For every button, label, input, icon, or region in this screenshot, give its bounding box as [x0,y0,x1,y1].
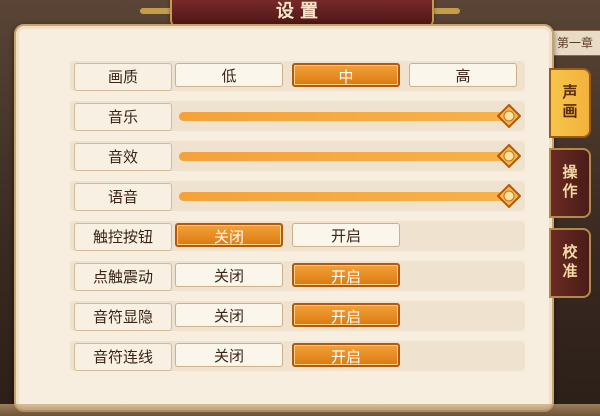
setting-row: 音符连线 关闭 开启 [70,341,525,371]
option-button[interactable]: 开启 [292,263,400,287]
setting-row: 音效 [70,141,525,171]
setting-row: 画质低中高 [70,61,525,91]
setting-label: 触控按钮 [74,223,172,251]
setting-row: 点触震动 关闭 开启 [70,261,525,291]
setting-row: 音乐 [70,101,525,131]
slider-fill [179,152,509,161]
slider-track[interactable] [179,104,521,128]
option-button[interactable]: 关闭 [175,223,283,247]
option-button[interactable]: 高 [409,63,517,87]
chapter-label-strip: 第一章 [548,30,600,56]
option-button[interactable]: 中 [292,63,400,87]
setting-row: 音符显隐 关闭 开启 [70,301,525,331]
bottom-ornament [0,404,600,416]
tab-sound-visual[interactable]: 声画 [549,68,591,138]
settings-panel: 画质低中高音乐 音效 语音 触控按钮 关闭 开启 点触震动 关闭 开启 音符显隐 关闭 开启 音符连线关… [14,24,554,412]
setting-label: 音效 [74,143,172,171]
tab-calibration[interactable]: 校准 [549,228,591,298]
slider-fill [179,192,509,201]
option-button[interactable]: 低 [175,63,283,87]
setting-row: 触控按钮 关闭 开启 [70,221,525,251]
slider-fill [179,112,509,121]
option-button[interactable]: 关闭 [175,263,283,287]
setting-label: 音符显隐 [74,303,172,331]
setting-label: 画质 [74,63,172,91]
slider-track[interactable] [179,144,521,168]
setting-label: 语音 [74,183,172,211]
setting-row: 语音 [70,181,525,211]
tab-controls[interactable]: 操作 [549,148,591,218]
slider-track[interactable] [179,184,521,208]
option-button[interactable]: 开启 [292,303,400,327]
slider-knob-icon[interactable] [497,184,521,208]
page-title: 设置 [276,1,324,22]
option-button[interactable]: 开启 [292,223,400,247]
slider-knob-icon[interactable] [497,104,521,128]
option-button[interactable]: 关闭 [175,303,283,327]
option-button[interactable]: 关闭 [175,343,283,367]
option-button[interactable]: 开启 [292,343,400,367]
setting-label: 音乐 [74,103,172,131]
setting-label: 点触震动 [74,263,172,291]
setting-label: 音符连线 [74,343,172,371]
slider-knob-icon[interactable] [497,144,521,168]
